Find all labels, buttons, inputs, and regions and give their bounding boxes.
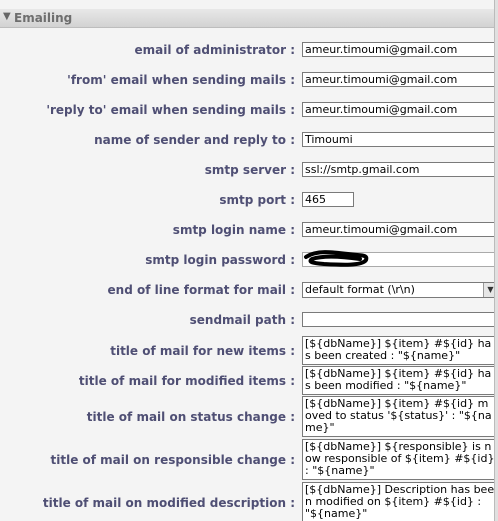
vertical-scrollbar[interactable] (494, 0, 498, 521)
title-modified-description-label: title of mail on modified description : (42, 496, 295, 510)
smtp-port-input[interactable]: 465 (302, 192, 354, 207)
title-new-items-textarea[interactable]: [${dbName}] ${item} #${id} has been crea… (302, 336, 494, 365)
admin-email-input[interactable]: ameur.timoumi@gmail.com (302, 42, 494, 57)
sendmail-path-label: sendmail path : (189, 313, 295, 327)
sender-name-label: name of sender and reply to : (94, 133, 295, 147)
admin-email-label: email of administrator : (134, 43, 295, 57)
title-responsible-change-label: title of mail on responsible change : (50, 453, 295, 467)
reply-to-email-label: 'reply to' email when sending mails : (46, 103, 295, 117)
emailing-panel: ▼ Emailing email of administrator : ameu… (0, 0, 494, 521)
eol-format-selected: default format (\r\n) (305, 283, 415, 296)
from-email-input[interactable]: ameur.timoumi@gmail.com (302, 72, 494, 87)
from-email-label: 'from' email when sending mails : (67, 73, 295, 87)
smtp-port-label: smtp port : (219, 193, 295, 207)
title-modified-items-textarea[interactable]: [${dbName}] ${item} #${id} has been modi… (302, 366, 494, 395)
smtp-server-input[interactable]: ssl://smtp.gmail.com (302, 162, 494, 177)
reply-to-email-input[interactable]: ameur.timoumi@gmail.com (302, 102, 494, 117)
smtp-login-label: smtp login name : (172, 223, 295, 237)
title-status-change-label: title of mail on status change : (86, 410, 295, 424)
title-modified-description-textarea[interactable]: [${dbName}] Description has been modifie… (302, 482, 494, 521)
section-header-emailing[interactable]: ▼ Emailing (0, 9, 494, 28)
collapse-caret-icon[interactable]: ▼ (3, 11, 11, 22)
title-modified-items-label: title of mail for modified items : (78, 374, 295, 388)
title-status-change-textarea[interactable]: [${dbName}] ${item} #${id} moved to stat… (302, 396, 494, 437)
smtp-login-input[interactable]: ameur.timoumi@gmail.com (302, 222, 494, 237)
smtp-server-label: smtp server : (204, 163, 295, 177)
title-new-items-label: title of mail for new items : (110, 344, 295, 358)
dropdown-arrow-icon[interactable]: ▼ (483, 283, 494, 297)
title-responsible-change-textarea[interactable]: [${dbName}] ${responsible} is now respon… (302, 439, 494, 480)
section-title: Emailing (14, 11, 73, 25)
eol-format-select[interactable]: default format (\r\n) ▼ (302, 282, 494, 298)
eol-format-label: end of line format for mail : (107, 283, 295, 297)
sendmail-path-input[interactable] (302, 312, 494, 327)
sender-name-input[interactable]: Timoumi (302, 132, 494, 147)
smtp-password-label: smtp login password : (145, 253, 295, 267)
redaction-scribble (304, 250, 369, 267)
